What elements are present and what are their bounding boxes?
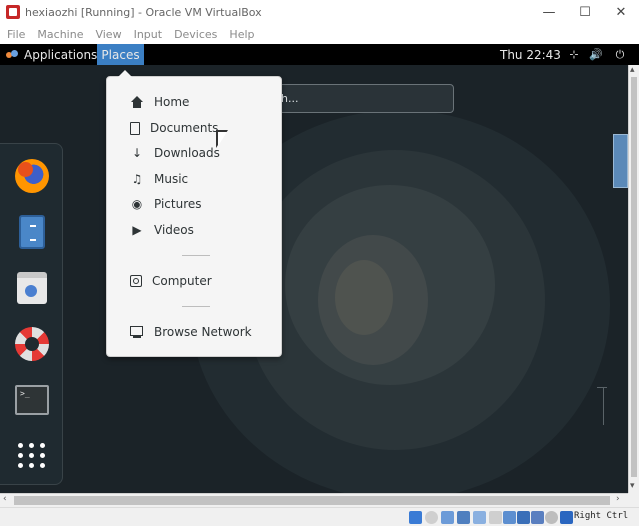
scroll-up-arrow-icon[interactable]: ▴: [630, 65, 635, 75]
vbox-titlebar: hexiaozhi [Running] - Oracle VM VirtualB…: [0, 0, 639, 24]
host-key-label: Right Ctrl: [574, 511, 629, 521]
gnome-foot-icon: [6, 49, 18, 60]
keyboard-capture-status-icon[interactable]: [560, 511, 573, 524]
mouse-integration-status-icon[interactable]: [545, 511, 558, 524]
music-icon: ♫: [131, 172, 143, 186]
shared-folders-status-icon[interactable]: [489, 511, 502, 524]
mouse-pointer: [218, 132, 227, 146]
menu-separator: [182, 255, 210, 256]
dash-item-help[interactable]: [12, 324, 52, 364]
display-status-icon[interactable]: [503, 511, 516, 524]
camera-icon: ◉: [131, 197, 143, 211]
places-menu: Home Documents ↓ Downloads ♫ Music ◉ Pic…: [106, 70, 282, 357]
dash: >_: [0, 143, 63, 485]
applications-menu-button[interactable]: Applications: [6, 44, 97, 65]
help-lifebuoy-icon: [15, 327, 49, 361]
places-item-pictures[interactable]: ◉ Pictures: [107, 192, 281, 216]
horizontal-scrollbar[interactable]: ‹ ›: [0, 493, 628, 507]
places-item-computer[interactable]: Computer: [107, 269, 281, 293]
places-item-downloads[interactable]: ↓ Downloads: [107, 141, 281, 165]
places-item-label: Computer: [152, 274, 212, 288]
places-item-music[interactable]: ♫ Music: [107, 167, 281, 191]
places-menu-button[interactable]: Places: [97, 44, 144, 65]
vt-x-status-icon[interactable]: [531, 511, 544, 524]
vbox-status-bar: Right Ctrl: [0, 507, 639, 526]
virtualbox-window: hexiaozhi [Running] - Oracle VM VirtualB…: [0, 0, 639, 526]
clock[interactable]: Thu 22:43: [500, 44, 561, 65]
places-item-label: Music: [154, 172, 189, 186]
menu-input[interactable]: Input: [134, 28, 162, 41]
guest-desktop: h... >_: [0, 65, 628, 493]
places-item-documents[interactable]: Documents: [107, 116, 281, 140]
firefox-icon: [15, 159, 49, 193]
places-item-label: Pictures: [154, 197, 202, 211]
window-title: hexiaozhi [Running] - Oracle VM VirtualB…: [25, 5, 262, 19]
menu-help[interactable]: Help: [229, 28, 254, 41]
vbox-menubar: File Machine View Input Devices Help: [0, 24, 639, 44]
scroll-left-arrow-icon[interactable]: ‹: [3, 494, 7, 504]
menu-devices[interactable]: Devices: [174, 28, 217, 41]
menu-file[interactable]: File: [7, 28, 25, 41]
menu-machine[interactable]: Machine: [37, 28, 83, 41]
power-icon[interactable]: ⏻: [612, 44, 628, 65]
dash-item-firefox[interactable]: [12, 156, 52, 196]
maximize-button[interactable]: ☐: [568, 0, 602, 24]
minimize-button[interactable]: —: [532, 0, 566, 24]
files-icon: [19, 215, 45, 249]
window-thumbnail[interactable]: [613, 134, 628, 188]
scroll-down-arrow-icon[interactable]: ▾: [630, 481, 635, 491]
dash-item-software[interactable]: [12, 268, 52, 308]
menu-separator: [182, 306, 210, 307]
home-icon: [130, 95, 144, 109]
wallpaper-shape: [335, 260, 393, 335]
network-icon: [130, 325, 144, 339]
software-icon: [17, 272, 47, 304]
close-button[interactable]: ✕: [604, 0, 638, 24]
grid-icon: [18, 442, 46, 468]
search-input[interactable]: h...: [258, 84, 454, 113]
places-item-label: Downloads: [154, 146, 220, 160]
horizontal-scroll-thumb[interactable]: [14, 496, 610, 505]
places-item-label: Documents: [150, 121, 219, 135]
usb-status-icon[interactable]: [473, 511, 486, 524]
computer-icon: [130, 275, 142, 287]
dash-item-files[interactable]: [12, 212, 52, 252]
terminal-icon: >_: [15, 385, 49, 415]
applications-label: Applications: [24, 47, 98, 62]
places-item-videos[interactable]: ▶ Videos: [107, 218, 281, 242]
wallpaper-line: [603, 387, 604, 425]
places-item-browse-network[interactable]: Browse Network: [107, 320, 281, 344]
vertical-scrollbar[interactable]: ▴ ▾: [628, 65, 639, 493]
virtualbox-app-icon: [6, 5, 20, 19]
gnome-top-bar: Applications Places Thu 22:43 ⊹ 🔊 ⏻: [0, 44, 639, 65]
download-icon: ↓: [131, 146, 143, 160]
scroll-right-arrow-icon[interactable]: ›: [616, 494, 620, 504]
hard-disk-status-icon[interactable]: [409, 511, 422, 524]
network-status-icon[interactable]: [457, 511, 470, 524]
document-icon: [130, 121, 140, 135]
volume-icon[interactable]: 🔊: [588, 44, 604, 65]
places-item-label: Home: [154, 95, 190, 109]
video-icon: ▶: [132, 223, 142, 237]
show-applications-button[interactable]: [12, 435, 52, 475]
recording-status-icon[interactable]: [517, 511, 530, 524]
network-icon[interactable]: ⊹: [566, 44, 582, 65]
optical-drive-status-icon[interactable]: [425, 511, 438, 524]
places-item-label: Videos: [154, 223, 194, 237]
dash-item-terminal[interactable]: >_: [12, 380, 52, 420]
audio-status-icon[interactable]: [441, 511, 454, 524]
menu-view[interactable]: View: [95, 28, 121, 41]
vertical-scroll-thumb[interactable]: [631, 77, 637, 477]
places-item-label: Browse Network: [154, 325, 252, 339]
places-item-home[interactable]: Home: [107, 90, 281, 114]
wallpaper-line: [597, 387, 607, 388]
